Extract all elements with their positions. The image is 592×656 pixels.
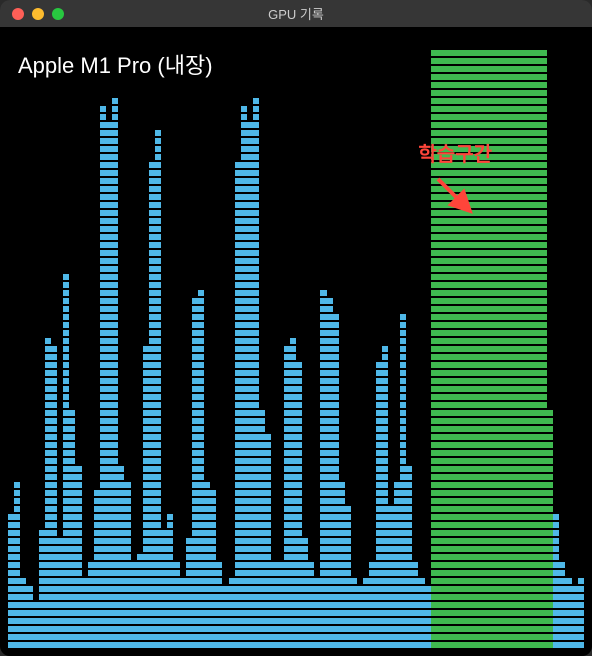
window-title: GPU 기록 — [0, 4, 592, 23]
arrow-down-right-icon — [430, 171, 480, 221]
traffic-lights — [0, 8, 64, 20]
bars-container — [8, 36, 584, 648]
annotation-label: 학습구간 — [418, 138, 492, 167]
annotation: 학습구간 — [418, 138, 492, 221]
content-area: Apple M1 Pro (내장) 학습구간 — [0, 28, 592, 656]
chart-area — [8, 36, 584, 648]
close-icon[interactable] — [12, 8, 24, 20]
gpu-name-label: Apple M1 Pro (내장) — [18, 48, 213, 80]
window: GPU 기록 Apple M1 Pro (내장) 학습구간 — [0, 0, 592, 656]
zoom-icon[interactable] — [52, 8, 64, 20]
bar — [578, 36, 584, 648]
minimize-icon[interactable] — [32, 8, 44, 20]
titlebar[interactable]: GPU 기록 — [0, 0, 592, 28]
